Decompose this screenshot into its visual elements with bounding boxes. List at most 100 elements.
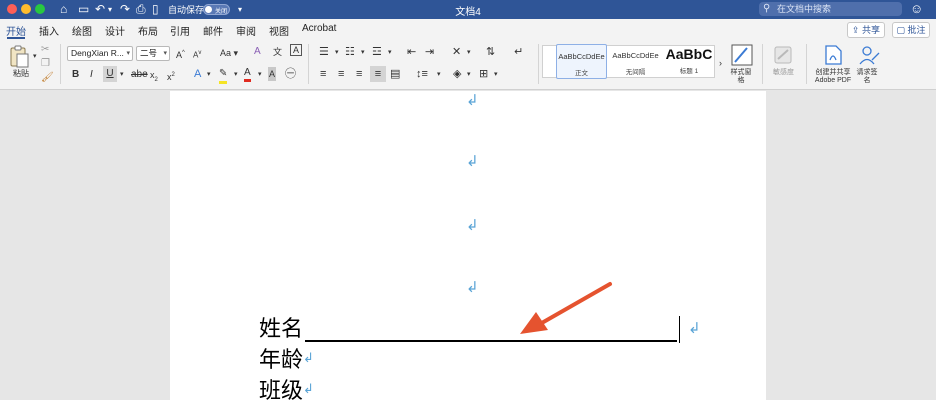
font-color-icon[interactable]: A [244,66,251,82]
multilevel-list-dropdown-icon[interactable]: ▾ [388,46,392,60]
shading-dropdown-icon[interactable]: ▾ [467,68,471,82]
document-line-class[interactable]: 班级 [259,378,303,400]
enclose-characters-icon[interactable]: ㊀ [285,67,296,81]
justify-icon[interactable]: ≡ [370,66,386,82]
grow-font-icon[interactable]: A^ [176,46,185,62]
tab-references[interactable]: 引用 [170,23,190,38]
shading-icon[interactable]: ◈ [453,67,461,81]
line-spacing-icon[interactable]: ↕≡ [416,67,428,81]
name-underline [305,340,677,342]
bullets-dropdown-icon[interactable]: ▾ [335,46,339,60]
underline-dropdown-icon[interactable]: ▾ [120,68,124,82]
shrink-font-icon[interactable]: Av [193,46,201,63]
style-name: 无间隔 [625,69,646,76]
search-placeholder: 在文档中搜索 [777,4,832,14]
styles-pane-icon[interactable] [731,44,753,66]
separator [60,44,61,84]
comments-button[interactable]: ▢ 批注 [892,22,930,38]
share-icon: ⇪ [851,25,860,35]
create-pdf-icon[interactable] [822,44,844,66]
distributed-icon[interactable]: ▤ [390,67,400,81]
tab-draw[interactable]: 绘图 [72,23,92,38]
separator [806,44,807,84]
align-right-icon[interactable]: ≡ [356,67,362,81]
search-icon: ⚲ [763,3,771,14]
tab-acrobat[interactable]: Acrobat [302,23,336,34]
numbering-dropdown-icon[interactable]: ▾ [361,46,365,60]
multilevel-list-icon[interactable]: ☲ [372,45,382,59]
comment-label: 批注 [907,25,926,35]
phonetic-guide-icon[interactable]: 文 [273,45,282,59]
subscript-button[interactable]: x2 [150,68,158,87]
separator [308,44,309,84]
separator [538,44,539,84]
character-shading-icon[interactable]: A [268,67,277,81]
style-sample: AaBbC [665,46,713,62]
feedback-smiley-icon[interactable]: ☺ [910,1,923,16]
tab-review[interactable]: 审阅 [236,23,256,38]
borders-icon[interactable]: ⊞ [479,67,488,81]
align-center-icon[interactable]: ≡ [338,67,344,81]
underline-button[interactable]: U [103,66,117,82]
sensitivity-label: 敏感度 [773,69,794,76]
highlight-dropdown-icon[interactable]: ▾ [234,68,238,82]
highlight-icon[interactable]: ✎ [219,67,228,84]
paragraph-mark-icon: ↲ [303,351,314,366]
numbering-icon[interactable]: ☷ [345,45,355,59]
strikethrough-button[interactable]: abe [131,68,148,82]
paragraph-mark-icon: ↲ [466,216,479,234]
paste-icon[interactable] [8,44,30,68]
tab-view[interactable]: 视图 [269,23,289,38]
change-case-icon[interactable]: Aa ▾ [220,46,238,60]
tab-mailings[interactable]: 邮件 [203,23,223,38]
bold-button[interactable]: B [72,68,79,82]
italic-button[interactable]: I [90,68,93,82]
align-left-icon[interactable]: ≡ [320,67,326,81]
styles-pane-label: 样式窗格 [730,69,752,84]
tab-design[interactable]: 设计 [105,23,125,38]
search-input[interactable]: ⚲ 在文档中搜索 [759,2,902,16]
font-size-select[interactable]: 二号 ▾ [136,46,170,61]
text-effects-dropdown-icon[interactable]: ▾ [207,68,211,82]
show-formatting-marks-icon[interactable]: ↵ [514,45,523,59]
style-heading-1[interactable]: AaBbC 标题 1 [663,44,715,79]
paragraph-mark-icon: ↲ [303,382,314,397]
format-painter-icon[interactable]: 🖌 [41,71,54,85]
font-size-value: 二号 [140,48,158,58]
request-signature-icon[interactable] [858,44,880,66]
paste-dropdown-icon[interactable]: ▾ [33,50,37,64]
bullets-icon[interactable]: ☰ [319,45,329,59]
style-no-spacing[interactable]: AaBbCcDdEe 无间隔 [610,44,661,79]
tab-insert[interactable]: 插入 [39,23,59,38]
style-normal[interactable]: AaBbCcDdEe 正文 [556,44,607,79]
font-name-value: DengXian R... [71,48,124,58]
clear-formatting-icon[interactable]: A [254,45,261,59]
tab-layout[interactable]: 布局 [138,23,158,38]
annotation-arrow-icon [520,282,612,334]
asian-layout-icon[interactable]: ✕ [452,45,461,59]
tab-home[interactable]: 开始 [6,23,26,38]
increase-indent-icon[interactable]: ⇥ [425,45,434,59]
borders-dropdown-icon[interactable]: ▾ [494,68,498,82]
document-line-name[interactable]: 姓名 [259,316,303,344]
active-tab-indicator [7,37,25,39]
document-line-age[interactable]: 年龄 [259,347,303,375]
sort-icon[interactable]: ⇅ [486,45,495,59]
copy-icon[interactable]: ❐ [41,57,50,71]
decrease-indent-icon[interactable]: ⇤ [407,45,416,59]
superscript-button[interactable]: x2 [167,68,175,84]
text-effects-icon[interactable]: A [194,67,201,81]
styles-more-icon[interactable]: › [719,56,722,70]
character-border-icon[interactable]: A [290,44,302,56]
font-name-select[interactable]: DengXian R... ▾ [67,46,133,61]
share-button[interactable]: ⇪ 共享 [847,22,885,38]
font-color-dropdown-icon[interactable]: ▾ [258,68,262,82]
style-name: 标题 1 [679,68,699,75]
cut-icon[interactable]: ✂ [41,43,49,57]
chevron-down-icon: ▾ [163,50,167,57]
sensitivity-icon[interactable] [772,44,794,66]
line-spacing-dropdown-icon[interactable]: ▾ [437,68,441,82]
create-pdf-label: 创建并共享 Adobe PDF [814,69,852,84]
asian-layout-dropdown-icon[interactable]: ▾ [467,46,471,60]
chevron-down-icon: ▾ [126,50,130,57]
